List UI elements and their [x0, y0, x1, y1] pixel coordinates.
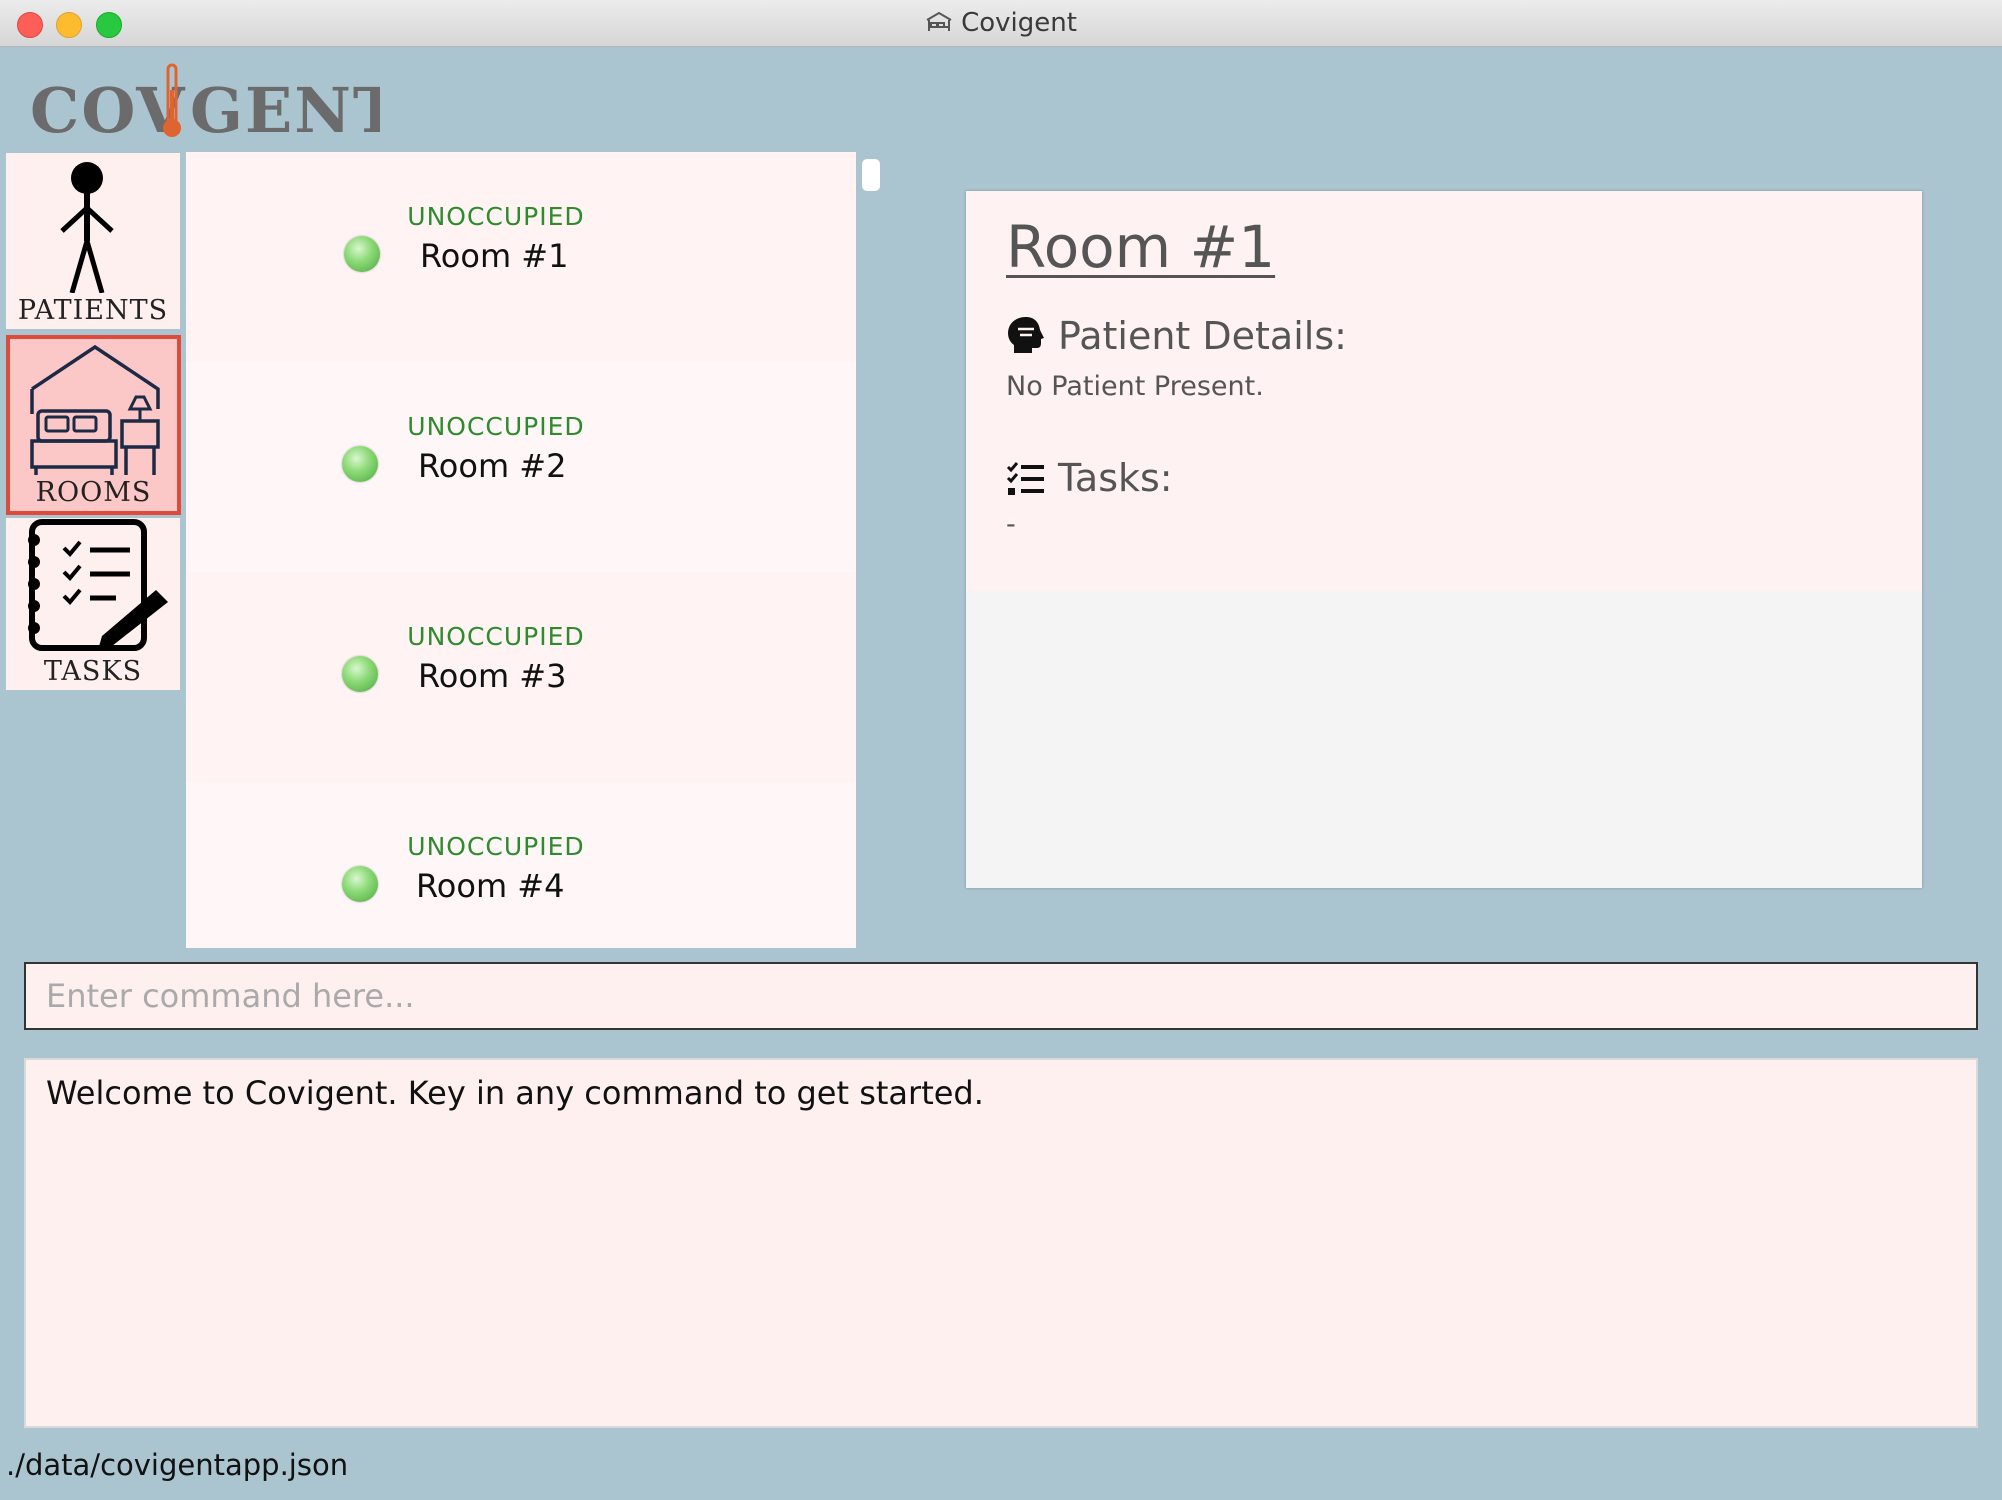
nav-rooms-label: ROOMS: [35, 477, 152, 508]
bed-icon: [926, 11, 952, 31]
status-indicator-icon: [344, 236, 380, 272]
room-name: Room #4: [416, 867, 565, 905]
app-window: Covigent COV GENT PATIENTS ROOMS TASKS U…: [0, 0, 2002, 1500]
room-details-title: Room #1: [1006, 213, 1276, 281]
room-name: Room #1: [420, 237, 569, 275]
room-status: UNOCCUPIED: [407, 412, 585, 441]
bedroom-icon: [30, 344, 160, 475]
result-display[interactable]: Welcome to Covigent. Key in any command …: [24, 1058, 1978, 1428]
status-indicator-icon: [342, 446, 378, 482]
status-bar-file-path: ./data/covigentapp.json: [6, 1448, 349, 1482]
room-card[interactable]: UNOCCUPIED Room #1: [186, 152, 856, 362]
tasks-value: -: [1006, 509, 1016, 540]
nav-rooms[interactable]: ROOMS: [6, 335, 181, 515]
room-card[interactable]: UNOCCUPIED Room #2: [186, 362, 856, 572]
room-details-panel: Room #1 Patient Details: No Patient Pres…: [966, 191, 1922, 888]
status-indicator-icon: [342, 656, 378, 692]
command-input[interactable]: [24, 962, 1978, 1030]
covigent-logo: COV GENT: [30, 63, 380, 140]
tasks-heading: Tasks:: [1006, 456, 1173, 500]
result-text: Welcome to Covigent. Key in any command …: [46, 1074, 984, 1112]
patient-details-value: No Patient Present.: [1006, 371, 1264, 402]
title-bar: Covigent: [0, 0, 2002, 47]
checklist-icon: [28, 519, 168, 651]
tasks-label: Tasks:: [1058, 456, 1173, 500]
person-icon: [60, 162, 114, 293]
room-details-content: Room #1 Patient Details: No Patient Pres…: [966, 191, 1922, 591]
room-status: UNOCCUPIED: [407, 622, 585, 651]
room-card[interactable]: UNOCCUPIED Room #4: [186, 782, 856, 948]
room-status: UNOCCUPIED: [407, 202, 585, 231]
patient-details-heading: Patient Details:: [1006, 314, 1347, 358]
room-name: Room #2: [418, 447, 567, 485]
patient-head-icon: [1008, 317, 1044, 353]
room-name: Room #3: [418, 657, 567, 695]
patient-details-label: Patient Details:: [1058, 314, 1347, 358]
status-indicator-icon: [342, 866, 378, 902]
nav-tasks-label: TASKS: [43, 656, 143, 687]
nav-tasks[interactable]: TASKS: [6, 518, 180, 690]
room-list[interactable]: UNOCCUPIED Room #1 UNOCCUPIED Room #2 UN…: [186, 152, 856, 948]
svg-text:GENT: GENT: [190, 74, 380, 140]
svg-text:COV: COV: [30, 74, 186, 140]
room-card[interactable]: UNOCCUPIED Room #3: [186, 572, 856, 782]
room-status: UNOCCUPIED: [407, 832, 585, 861]
nav-patients-label: PATIENTS: [17, 295, 169, 326]
nav-patients[interactable]: PATIENTS: [6, 153, 180, 329]
window-title: Covigent: [961, 8, 1077, 38]
room-list-scrollbar[interactable]: [862, 159, 880, 191]
window-title-area: Covigent: [0, 8, 2002, 38]
task-list-icon: [1006, 462, 1044, 495]
